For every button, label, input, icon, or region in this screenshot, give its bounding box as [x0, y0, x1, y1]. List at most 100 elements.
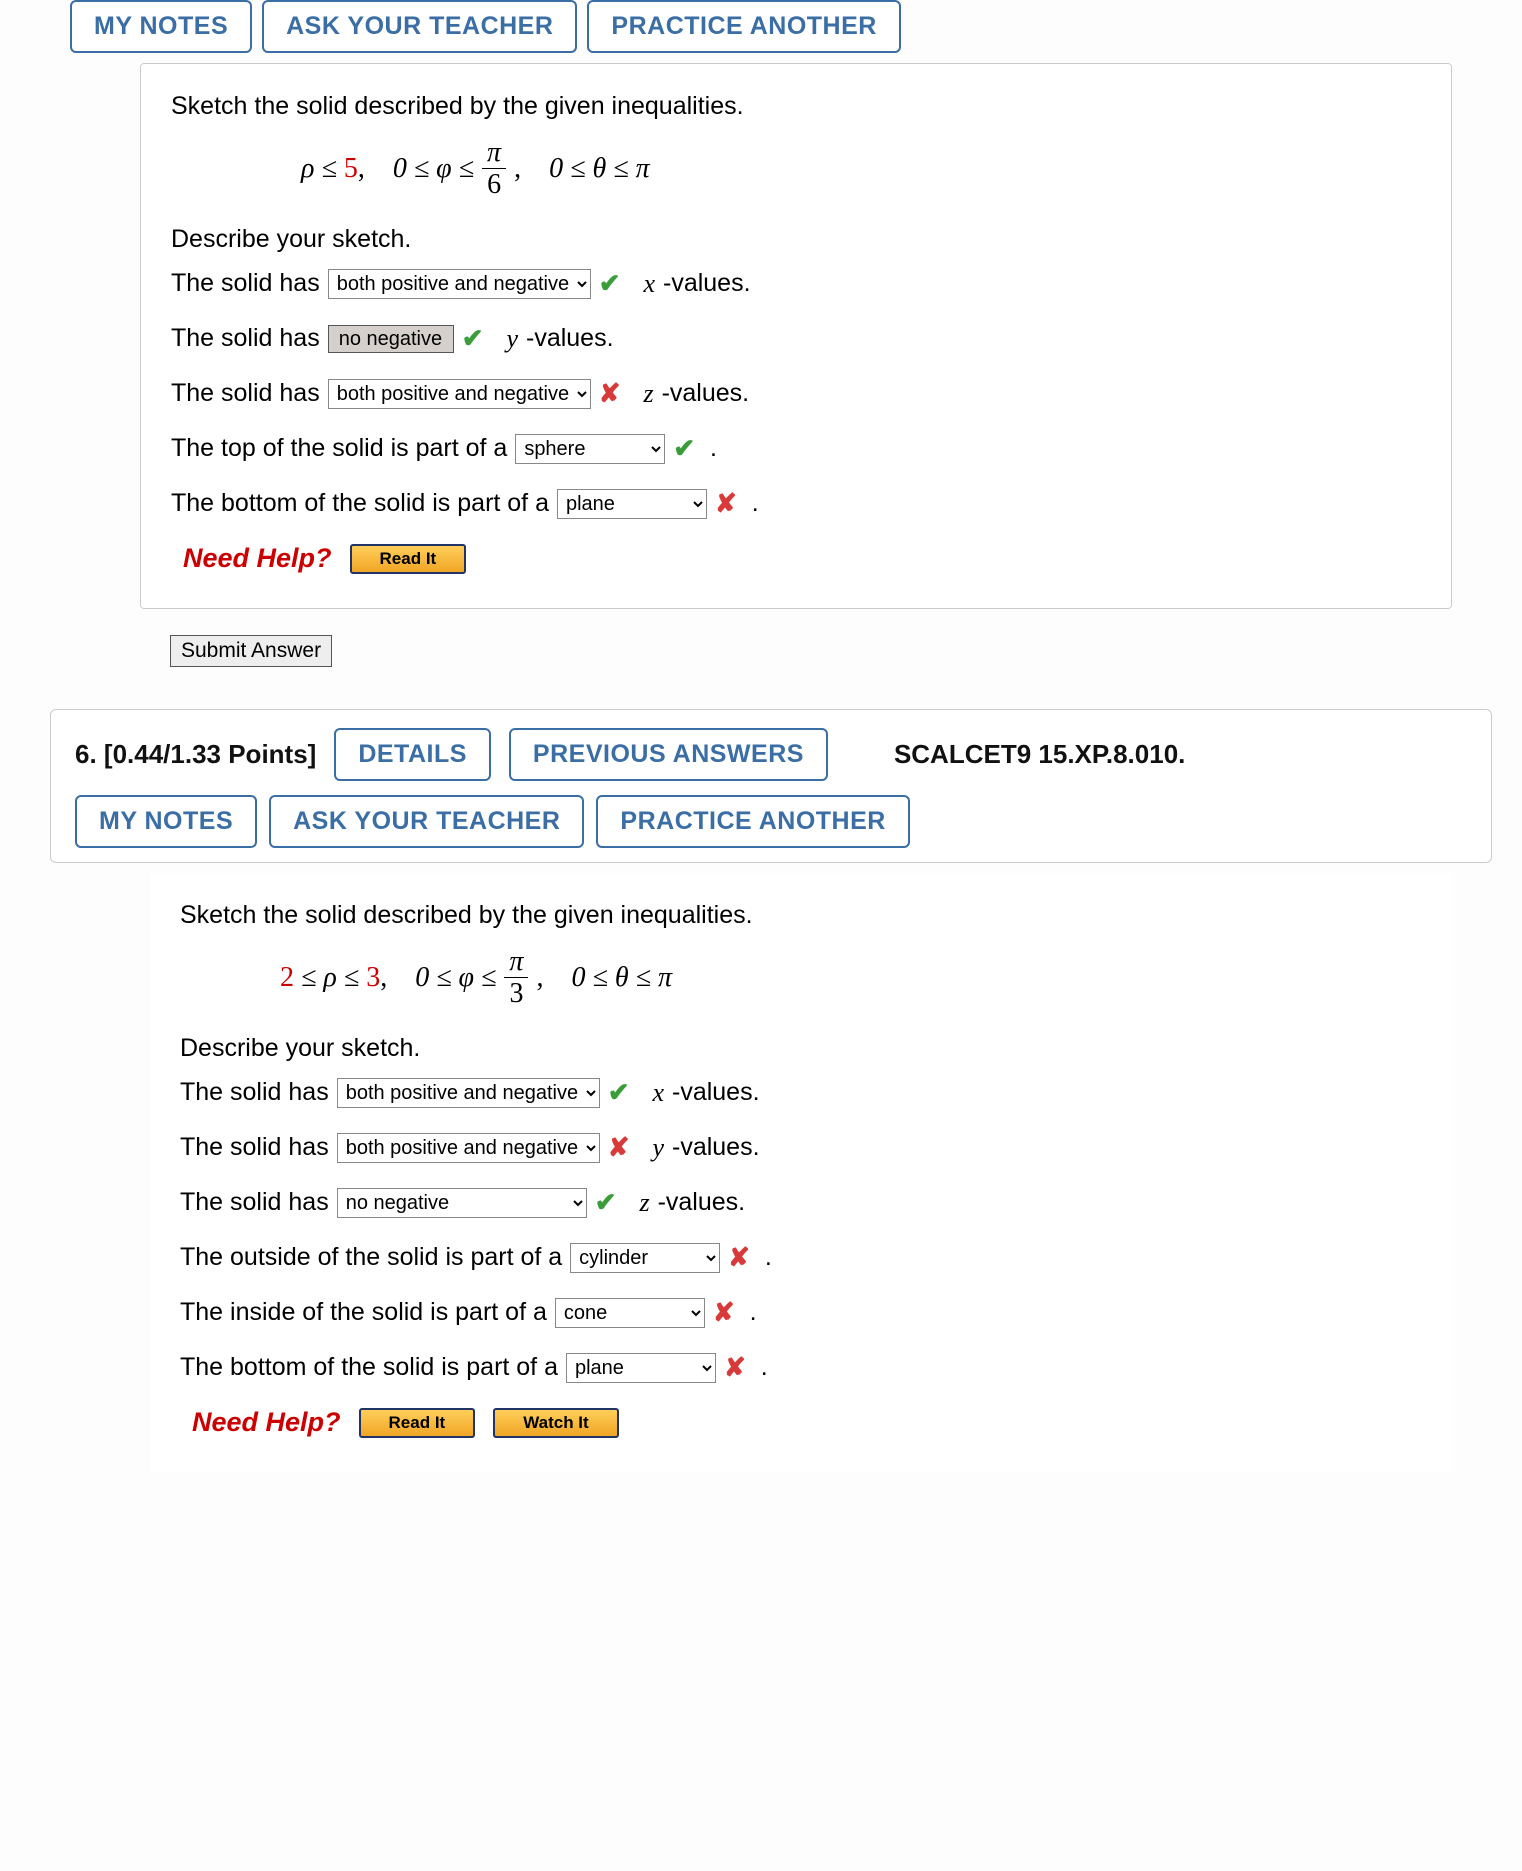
- q5-l1-var: x: [643, 269, 655, 299]
- q6-prompt: Sketch the solid described by the given …: [180, 901, 1412, 930]
- q5-phi-num: π: [482, 139, 506, 169]
- q6-l2-pre: The solid has: [180, 1133, 329, 1162]
- q5-line-1: The solid has both positive and negative…: [171, 268, 1411, 299]
- need-help-label: Need Help?: [183, 543, 332, 574]
- need-help-label: Need Help?: [192, 1407, 341, 1438]
- previous-answers-button[interactable]: PREVIOUS ANSWERS: [509, 728, 828, 781]
- q6-line-2: The solid has both positive and negative…: [180, 1132, 1412, 1163]
- q6-need-help: Need Help? Read It Watch It: [192, 1407, 1412, 1438]
- my-notes-button[interactable]: MY NOTES: [70, 0, 252, 53]
- q6-l2-var: y: [652, 1133, 664, 1163]
- q6-l5-pre: The inside of the solid is part of a: [180, 1298, 547, 1327]
- q6-l2-suf: -values.: [672, 1133, 760, 1162]
- read-it-button[interactable]: Read It: [350, 544, 467, 574]
- q5-rho-pre: ρ ≤: [301, 153, 344, 184]
- question-6-header: 6. [0.44/1.33 Points] DETAILS PREVIOUS A…: [50, 709, 1492, 863]
- q6-rho-lo: 2: [280, 962, 294, 993]
- practice-another-button[interactable]: PRACTICE ANOTHER: [587, 0, 900, 53]
- q5-submit-wrap: Submit Answer: [170, 635, 1522, 667]
- q6-phi-den: 3: [509, 978, 523, 1008]
- q6-l1-pre: The solid has: [180, 1078, 329, 1107]
- x-icon: ✘: [724, 1352, 746, 1383]
- check-icon: ✔: [608, 1077, 630, 1108]
- q6-l6-select[interactable]: plane: [566, 1353, 716, 1383]
- x-icon: ✘: [599, 378, 621, 409]
- q5-phi-den: 6: [487, 169, 501, 199]
- watch-it-button[interactable]: Watch It: [493, 1408, 618, 1438]
- q6-l4-pre: The outside of the solid is part of a: [180, 1243, 562, 1272]
- q5-phi-pre: 0 ≤ φ ≤: [393, 153, 474, 185]
- read-it-button[interactable]: Read It: [359, 1408, 476, 1438]
- q5-l2-pre: The solid has: [171, 324, 320, 353]
- q6-l2-select[interactable]: both positive and negative: [337, 1133, 600, 1163]
- q5-rho-suf: ,: [358, 153, 365, 184]
- q5-line-4: The top of the solid is part of a sphere…: [171, 433, 1411, 464]
- q5-l3-pre: The solid has: [171, 379, 320, 408]
- q5-l3-var: z: [643, 379, 653, 409]
- x-icon: ✘: [728, 1242, 750, 1273]
- q5-need-help: Need Help? Read It: [183, 543, 1411, 574]
- q6-l3-select[interactable]: no negative: [337, 1188, 587, 1218]
- q6-bookref: SCALCET9 15.XP.8.010.: [894, 739, 1185, 770]
- q5-phi-suf: ,: [514, 153, 521, 185]
- q5-line-5: The bottom of the solid is part of a pla…: [171, 488, 1411, 519]
- q5-line-2: The solid has no negative ✔ y -values.: [171, 323, 1411, 354]
- x-icon: ✘: [608, 1132, 630, 1163]
- q5-l5-select[interactable]: plane: [557, 489, 707, 519]
- q5-l3-suf: -values.: [662, 379, 750, 408]
- q5-l4-pre: The top of the solid is part of a: [171, 434, 507, 463]
- q6-rho-between: ≤ ρ ≤: [294, 962, 366, 993]
- q6-line-4: The outside of the solid is part of a cy…: [180, 1242, 1412, 1273]
- q6-theta: 0 ≤ θ ≤ π: [571, 962, 672, 994]
- q6-phi-suf: ,: [536, 962, 543, 994]
- q6-line-6: The bottom of the solid is part of a pla…: [180, 1352, 1412, 1383]
- q6-l3-suf: -values.: [658, 1188, 746, 1217]
- q6-inequalities: 2 ≤ ρ ≤ 3, 0 ≤ φ ≤ π 3 , 0 ≤ θ ≤ π: [280, 948, 1412, 1008]
- details-button[interactable]: DETAILS: [334, 728, 491, 781]
- q6-l1-select[interactable]: both positive and negative: [337, 1078, 600, 1108]
- q6-l3-pre: The solid has: [180, 1188, 329, 1217]
- q5-l1-select[interactable]: both positive and negative: [328, 269, 591, 299]
- q6-rho-hi: 3: [366, 962, 380, 993]
- my-notes-button[interactable]: MY NOTES: [75, 795, 257, 848]
- q6-l6-pre: The bottom of the solid is part of a: [180, 1353, 558, 1382]
- ask-teacher-button[interactable]: ASK YOUR TEACHER: [269, 795, 584, 848]
- q6-phi-frac: π 3: [504, 948, 528, 1008]
- q6-phi-pre: 0 ≤ φ ≤: [415, 962, 496, 994]
- q5-l1-suf: -values.: [663, 269, 751, 298]
- q5-inequalities: ρ ≤ 5, 0 ≤ φ ≤ π 6 , 0 ≤ θ ≤ π: [301, 139, 1411, 199]
- q5-line-3: The solid has both positive and negative…: [171, 378, 1411, 409]
- q6-line-3: The solid has no negative ✔ z -values.: [180, 1187, 1412, 1218]
- q6-l1-suf: -values.: [672, 1078, 760, 1107]
- q5-rho-val: 5: [344, 153, 358, 184]
- x-icon: ✘: [715, 488, 737, 519]
- q5-l4-select[interactable]: sphere: [515, 434, 665, 464]
- q5-theta: 0 ≤ θ ≤ π: [549, 153, 650, 185]
- q6-l1-var: x: [652, 1078, 664, 1108]
- q5-l5-pre: The bottom of the solid is part of a: [171, 489, 549, 518]
- q6-l3-var: z: [639, 1188, 649, 1218]
- question-6-body: Sketch the solid described by the given …: [150, 873, 1452, 1472]
- question-5-body: Sketch the solid described by the given …: [140, 63, 1452, 609]
- ask-teacher-button[interactable]: ASK YOUR TEACHER: [262, 0, 577, 53]
- top-actions: MY NOTES ASK YOUR TEACHER PRACTICE ANOTH…: [0, 0, 1522, 53]
- practice-another-button[interactable]: PRACTICE ANOTHER: [596, 795, 909, 848]
- q6-rho-suf: ,: [380, 962, 387, 993]
- check-icon: ✔: [599, 268, 621, 299]
- submit-answer-button[interactable]: Submit Answer: [170, 635, 332, 667]
- q5-l2-select[interactable]: no negative: [328, 325, 454, 353]
- q6-phi-num: π: [504, 948, 528, 978]
- q5-l2-suf: -values.: [526, 324, 614, 353]
- q6-l5-select[interactable]: cone: [555, 1298, 705, 1328]
- q5-l1-pre: The solid has: [171, 269, 320, 298]
- q6-l4-select[interactable]: cylinder: [570, 1243, 720, 1273]
- check-icon: ✔: [673, 433, 695, 464]
- q5-l3-select[interactable]: both positive and negative: [328, 379, 591, 409]
- check-icon: ✔: [462, 323, 484, 354]
- q5-l2-var: y: [506, 324, 518, 354]
- q6-line-5: The inside of the solid is part of a con…: [180, 1297, 1412, 1328]
- q5-phi-frac: π 6: [482, 139, 506, 199]
- q6-subheader: Describe your sketch.: [180, 1034, 1412, 1063]
- check-icon: ✔: [595, 1187, 617, 1218]
- q5-prompt: Sketch the solid described by the given …: [171, 92, 1411, 121]
